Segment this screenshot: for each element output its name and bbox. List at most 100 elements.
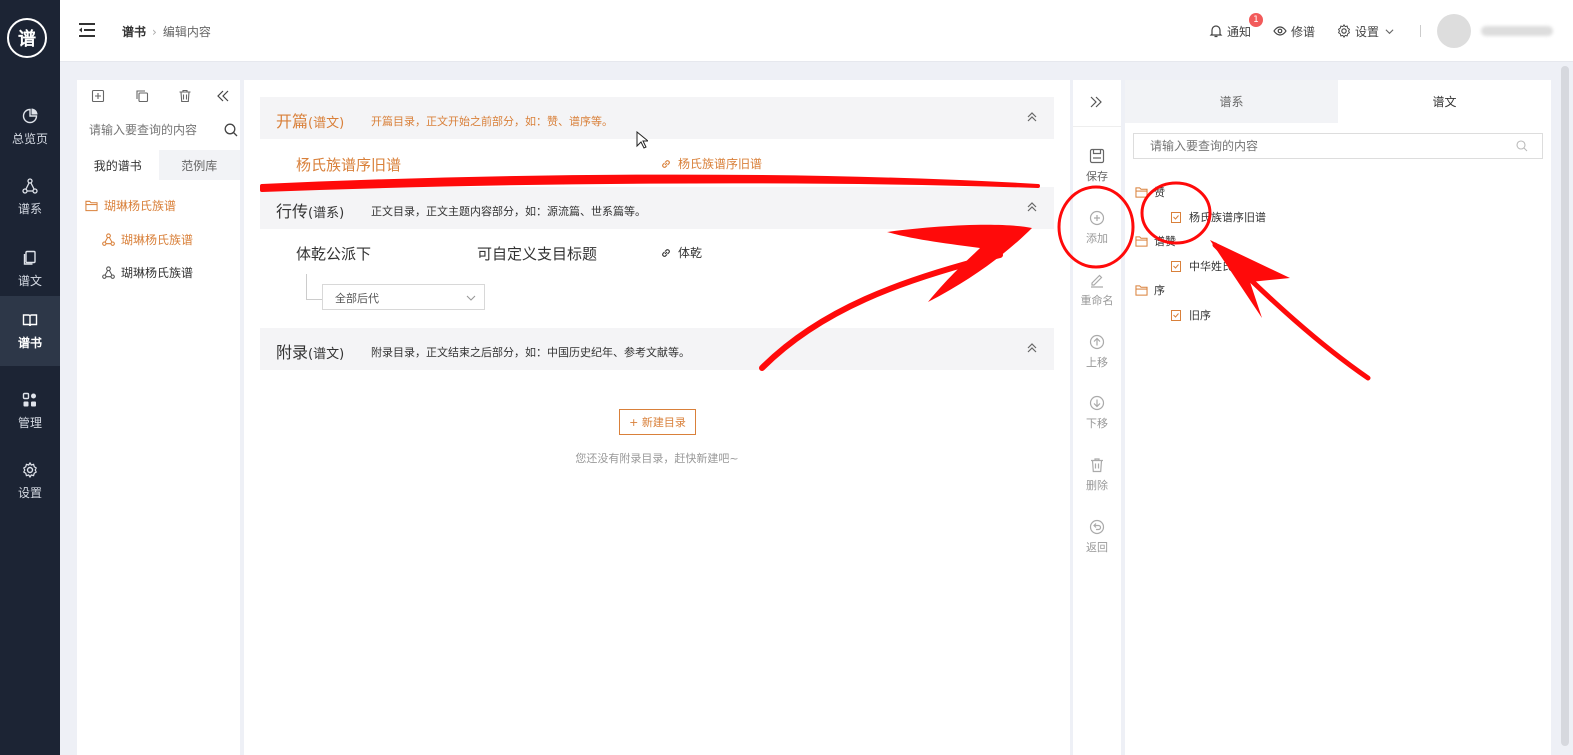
file-item[interactable]: 旧序 — [1171, 307, 1211, 323]
library-search — [1133, 133, 1543, 159]
pie-chart-icon — [22, 108, 38, 123]
trash-icon — [1091, 458, 1103, 473]
nav-item-books[interactable]: 谱书 — [0, 296, 60, 366]
tab-my-books[interactable]: 我的谱书 — [77, 150, 159, 180]
entry-link[interactable]: 体乾 — [660, 244, 702, 261]
document-icon — [1171, 260, 1181, 272]
section-desc: 附录目录，正文结束之后部分，如：中国历史纪年、参考文献等。 — [371, 346, 690, 359]
descendant-select[interactable]: 全部后代 — [322, 284, 485, 310]
nav-item-manage[interactable]: 管理 — [0, 376, 60, 446]
tree-root-folder[interactable]: 瑚琳杨氏族谱 — [85, 197, 176, 214]
menu-toggle-icon[interactable] — [78, 22, 96, 38]
page-scrollbar[interactable] — [1558, 62, 1573, 755]
delete-button[interactable]: 删除 — [1073, 457, 1121, 505]
tree-item-label: 瑚琳杨氏族谱 — [121, 233, 194, 247]
arrow-down-circle-icon — [1089, 395, 1105, 411]
library-search-input[interactable] — [1134, 134, 1542, 158]
folder-label: 谱赞 — [1154, 235, 1176, 248]
search-icon[interactable] — [1516, 140, 1528, 152]
notify-button[interactable]: 通知 1 — [1209, 12, 1263, 40]
new-directory-button[interactable]: + 新建目录 — [619, 409, 696, 435]
nav-item-settings[interactable]: 设置 — [0, 446, 60, 516]
top-bar: 谱书 › 编辑内容 通知 1 修谱 设置 — [60, 0, 1573, 62]
section-title-main: 附录 — [276, 343, 309, 362]
edit-icon — [1091, 274, 1103, 288]
move-up-button[interactable]: 上移 — [1073, 334, 1121, 382]
file-label: 中华姓氏 — [1189, 260, 1233, 273]
app-logo[interactable]: 谱 — [7, 18, 47, 58]
entry-title[interactable]: 体乾公派下 — [296, 243, 371, 264]
settings-dropdown[interactable]: 设置 — [1337, 23, 1398, 40]
document-copy-icon — [23, 250, 36, 265]
gear-icon — [23, 461, 37, 478]
search-icon[interactable] — [224, 123, 238, 137]
scrollbar-thumb[interactable] — [1561, 66, 1569, 746]
back-button[interactable]: 返回 — [1073, 519, 1121, 567]
entry-link-label: 杨氏族谱序旧谱 — [678, 157, 763, 171]
branch-connector — [306, 274, 322, 300]
section-title-sub: (谱系) — [308, 206, 345, 221]
book-icon — [22, 313, 38, 326]
rename-button[interactable]: 重命名 — [1073, 272, 1121, 320]
chevron-up-double-icon[interactable] — [1026, 342, 1038, 354]
book-search-input[interactable] — [83, 118, 238, 142]
add-file-icon — [91, 89, 105, 103]
section-opening[interactable]: 开篇(谱文) 开篇目录，正文开始之前部分，如：赞、谱序等。 — [260, 97, 1054, 139]
folder-open-icon — [1135, 236, 1148, 247]
add-label: 添加 — [1086, 232, 1108, 245]
chevron-up-double-icon[interactable] — [1026, 111, 1038, 123]
folder-item[interactable]: 谱赞 — [1135, 233, 1176, 249]
section-appendix[interactable]: 附录(谱文) 附录目录，正文结束之后部分，如：中国历史纪年、参考文献等。 — [260, 328, 1054, 370]
file-item[interactable]: 杨氏族谱序旧谱 — [1171, 209, 1266, 225]
nav-item-label: 管理 — [17, 415, 42, 430]
new-book-button[interactable] — [88, 86, 108, 106]
section-title: 行传(谱系) — [276, 198, 344, 222]
eye-icon — [1273, 26, 1287, 36]
entry-subtitle[interactable]: 可自定义支目标题 — [477, 243, 597, 264]
nav-item-genealogy[interactable]: 谱系 — [0, 162, 60, 232]
collapse-left-button[interactable] — [213, 86, 233, 106]
folder-item[interactable]: 赞 — [1135, 184, 1165, 200]
book-toolbar — [77, 86, 240, 108]
add-button[interactable]: 添加 — [1073, 210, 1121, 258]
tab-genealogy[interactable]: 谱系 — [1125, 80, 1338, 123]
breadcrumb-item-books[interactable]: 谱书 — [122, 25, 146, 39]
entry-title[interactable]: 杨氏族谱序旧谱 — [296, 154, 401, 175]
nav-item-label: 谱文 — [17, 273, 42, 288]
tree-item[interactable]: 瑚琳杨氏族谱 — [102, 264, 193, 281]
username-blurred[interactable] — [1481, 26, 1553, 36]
entry-link[interactable]: 杨氏族谱序旧谱 — [660, 155, 762, 172]
main-nav: 谱 总览页 谱系 谱文 谱书 管理 设置 — [0, 0, 60, 755]
delete-label: 删除 — [1086, 479, 1108, 492]
notify-label: 通知 — [1226, 24, 1251, 39]
avatar[interactable] — [1437, 14, 1471, 48]
save-button[interactable]: 保存 — [1073, 148, 1121, 196]
undo-icon — [1089, 519, 1105, 535]
tab-texts[interactable]: 谱文 — [1338, 80, 1551, 123]
section-desc: 开篇目录，正文开始之前部分，如：赞、谱序等。 — [371, 115, 613, 128]
select-value: 全部后代 — [335, 292, 379, 305]
save-label: 保存 — [1086, 170, 1108, 183]
book-search — [83, 118, 238, 142]
move-down-button[interactable]: 下移 — [1073, 395, 1121, 443]
tree-item-selected[interactable]: 瑚琳杨氏族谱 — [102, 231, 193, 248]
double-chevron-left-icon — [217, 90, 229, 102]
delete-book-button[interactable] — [175, 86, 195, 106]
move-down-label: 下移 — [1086, 417, 1108, 430]
chevron-down-icon — [1385, 28, 1394, 34]
empty-state-text: 您还没有附录目录，赶快新建吧~ — [575, 452, 739, 465]
breadcrumb: 谱书 › 编辑内容 — [122, 23, 211, 40]
chevron-up-double-icon[interactable] — [1026, 201, 1038, 213]
content-editor: 开篇(谱文) 开篇目录，正文开始之前部分，如：赞、谱序等。 杨氏族谱序旧谱 杨氏… — [244, 80, 1070, 755]
copy-book-button[interactable] — [132, 86, 152, 106]
folder-label: 序 — [1154, 284, 1165, 297]
nav-item-texts[interactable]: 谱文 — [0, 234, 60, 304]
file-item[interactable]: 中华姓氏 — [1171, 258, 1233, 274]
tab-examples[interactable]: 范例库 — [158, 150, 240, 180]
revise-button[interactable]: 修谱 — [1273, 23, 1315, 40]
section-biography[interactable]: 行传(谱系) 正文目录，正文主题内容部分，如：源流篇、世系篇等。 — [260, 187, 1054, 229]
folder-item[interactable]: 序 — [1135, 282, 1165, 298]
file-label: 杨氏族谱序旧谱 — [1189, 211, 1266, 224]
double-chevron-right-icon[interactable] — [1088, 94, 1104, 110]
nav-item-overview[interactable]: 总览页 — [0, 92, 60, 162]
